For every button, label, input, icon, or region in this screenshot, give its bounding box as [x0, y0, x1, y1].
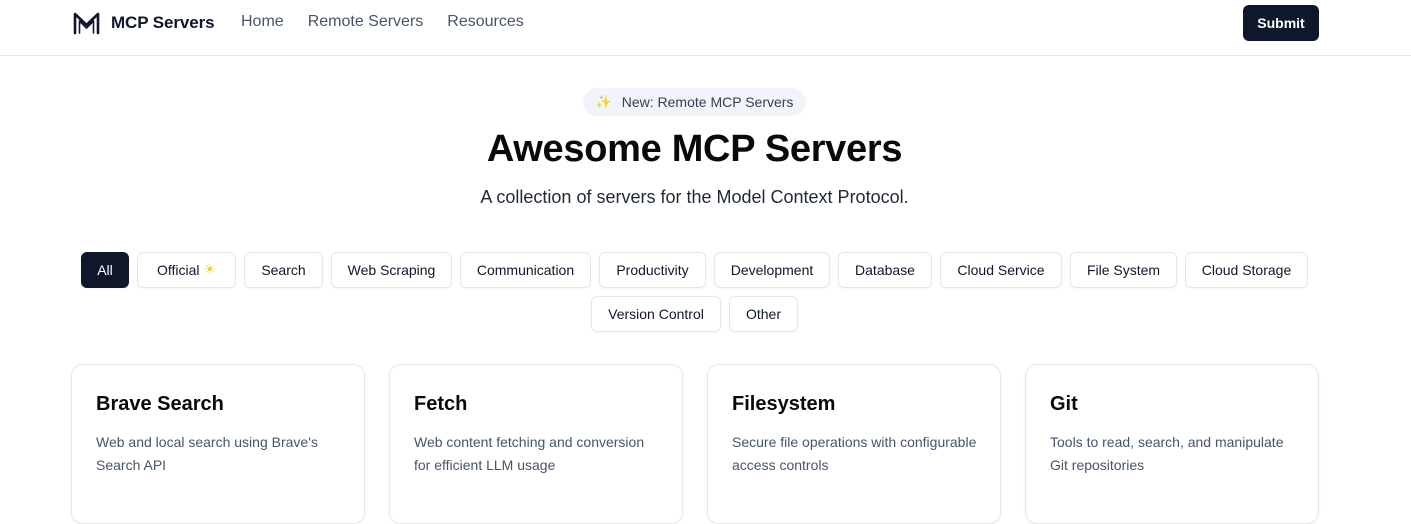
filter-web-scraping[interactable]: Web Scraping [331, 252, 452, 288]
server-card[interactable]: Filesystem Secure file operations with c… [707, 364, 1001, 524]
main-nav: Home Remote Servers Resources [241, 12, 524, 32]
filter-search[interactable]: Search [244, 252, 323, 288]
filter-database[interactable]: Database [838, 252, 932, 288]
nav-link-home[interactable]: Home [241, 12, 284, 32]
server-card[interactable]: Brave Search Web and local search using … [71, 364, 365, 524]
sparkles-icon: ✨ [595, 94, 612, 110]
server-description: Web content fetching and conversion for … [414, 434, 645, 473]
filter-file-system[interactable]: File System [1070, 252, 1177, 288]
filter-label: Search [261, 262, 306, 278]
nav-link-remote-servers[interactable]: Remote Servers [308, 12, 424, 32]
filter-communication[interactable]: Communication [460, 252, 591, 288]
nav-link-resources[interactable]: Resources [447, 12, 523, 32]
filter-label: All [97, 262, 113, 278]
filter-label: File System [1086, 262, 1161, 278]
filter-label: Development [730, 262, 814, 278]
page-title: Awesome MCP Servers [486, 128, 903, 170]
filter-label: Database [855, 262, 915, 278]
announcement-text: New: Remote MCP Servers [621, 94, 794, 110]
server-card[interactable]: Git Tools to read, search, and manipulat… [1025, 364, 1319, 524]
filter-label: Cloud Service [957, 262, 1045, 278]
filter-version-control[interactable]: Version Control [591, 296, 721, 332]
server-name: Git [1050, 393, 1078, 415]
filter-label: Official [156, 262, 200, 278]
server-description: Secure file operations with configurable… [732, 434, 977, 473]
server-description: Tools to read, search, and manipulate Gi… [1050, 434, 1284, 473]
sun-icon: ☀ [203, 262, 217, 278]
filter-official[interactable]: Official ☀ [137, 252, 236, 288]
brand-name: MCP Servers [111, 13, 215, 32]
server-name: Brave Search [96, 393, 224, 415]
filter-cloud-storage[interactable]: Cloud Storage [1185, 252, 1308, 288]
filter-cloud-service[interactable]: Cloud Service [940, 252, 1062, 288]
filter-development[interactable]: Development [714, 252, 830, 288]
server-name: Fetch [414, 393, 468, 415]
filter-label: Web Scraping [347, 262, 436, 278]
server-name: Filesystem [732, 393, 836, 415]
filter-label: Productivity [616, 262, 689, 278]
page-subtitle: A collection of servers for the Model Co… [480, 187, 909, 207]
filter-other[interactable]: Other [729, 296, 798, 332]
top-navbar: MCP Servers Home Remote Servers Resource… [0, 0, 1411, 56]
filter-all[interactable]: All [81, 252, 129, 288]
server-description: Web and local search using Brave's Searc… [96, 434, 318, 473]
brand-link[interactable]: MCP Servers [72, 9, 215, 37]
filter-label: Version Control [608, 306, 704, 322]
server-card[interactable]: Fetch Web content fetching and conversio… [389, 364, 683, 524]
filter-label: Communication [476, 262, 575, 278]
filter-productivity[interactable]: Productivity [599, 252, 706, 288]
filter-label: Cloud Storage [1201, 262, 1292, 278]
filter-label: Other [745, 306, 781, 322]
announcement-badge[interactable]: ✨ New: Remote MCP Servers [583, 88, 806, 116]
submit-button[interactable]: Submit [1243, 5, 1319, 41]
m-logo-icon [73, 12, 100, 35]
